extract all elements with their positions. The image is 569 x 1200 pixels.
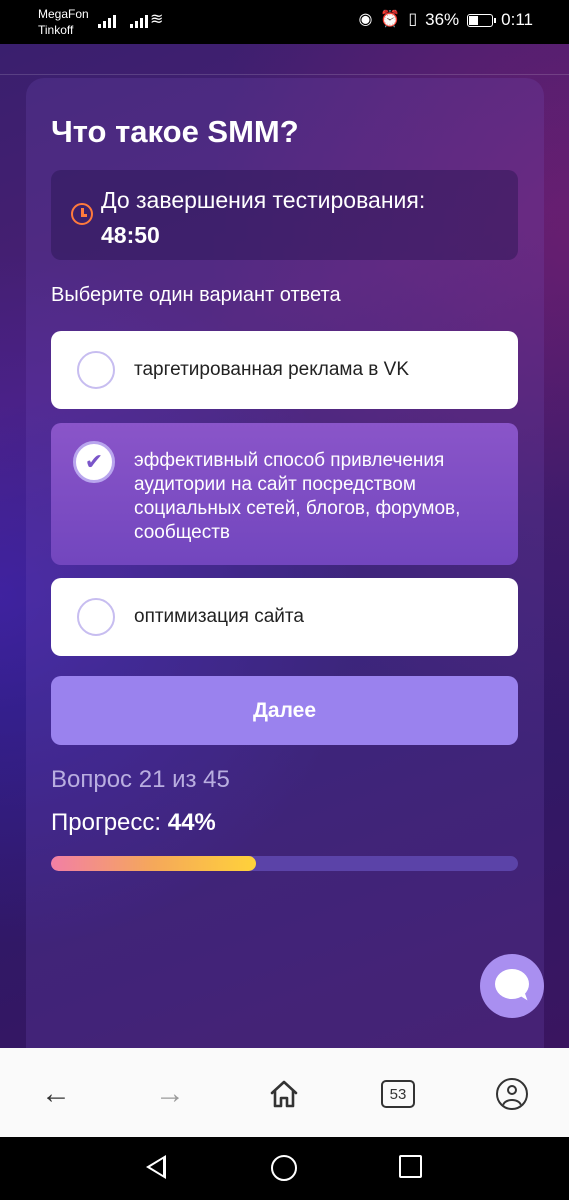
home-circle-icon <box>271 1155 297 1181</box>
progress-bar-fill <box>51 856 257 871</box>
answer-text: оптимизация сайта <box>134 606 304 627</box>
radio-button[interactable] <box>77 351 115 389</box>
header-divider <box>0 74 569 75</box>
radio-button-selected[interactable]: ✔ <box>73 441 115 483</box>
profile-button[interactable] <box>490 1072 534 1116</box>
tabs-icon: 53 <box>381 1080 415 1108</box>
back-arrow-icon[interactable]: ← <box>34 1072 78 1116</box>
profile-icon <box>496 1078 528 1110</box>
quiz-page: Что такое SMM? До завершения тестировани… <box>0 44 569 1048</box>
signal-icon <box>130 12 148 28</box>
battery-percent: 36% <box>425 10 460 29</box>
signal-icon <box>98 12 116 28</box>
progress-label-text: Прогресс: <box>51 809 162 836</box>
forward-arrow-icon[interactable]: → <box>148 1072 192 1116</box>
answer-option-1[interactable]: таргетированная реклама в VK <box>51 331 518 409</box>
back-triangle-icon <box>146 1155 166 1179</box>
battery-icon <box>467 13 497 27</box>
clock-time: 0:11 <box>501 10 533 29</box>
tabs-button[interactable]: 53 <box>376 1072 420 1116</box>
system-recents-button[interactable] <box>399 1155 422 1178</box>
system-home-button[interactable] <box>271 1155 297 1181</box>
carrier-2: Tinkoff <box>38 23 74 37</box>
next-button[interactable]: Далее <box>51 676 518 745</box>
question-title: Что такое SMM? <box>51 114 299 149</box>
progress-label: Прогресс: 44% <box>51 809 216 837</box>
alarm-icon: ⏰ <box>380 11 401 28</box>
home-button[interactable] <box>262 1072 306 1116</box>
radio-button[interactable] <box>77 598 115 636</box>
progress-bar <box>51 856 518 871</box>
instruction-text: Выберите один вариант ответа <box>51 284 341 306</box>
browser-toolbar: ← → 53 <box>0 1048 569 1137</box>
answer-text: эффективный способ привлечения аудитории… <box>134 450 461 543</box>
answer-text: таргетированная реклама в VK <box>134 359 410 380</box>
timer-box: До завершения тестирования: 48:50 <box>51 170 518 260</box>
chat-button[interactable] <box>480 954 544 1018</box>
system-nav-bar <box>0 1137 569 1200</box>
answer-option-3[interactable]: оптимизация сайта <box>51 578 518 656</box>
carrier-info: MegaFon Tinkoff <box>38 6 89 38</box>
clock-icon <box>71 203 93 225</box>
carrier-1: MegaFon <box>38 7 89 21</box>
answer-option-2[interactable]: ✔ эффективный способ привлечения аудитор… <box>51 423 518 565</box>
vibrate-icon: ▯ <box>408 11 418 28</box>
checkmark-icon: ✔ <box>84 449 104 474</box>
progress-value: 44% <box>167 809 216 836</box>
timer-value: 48:50 <box>101 222 160 248</box>
system-back-button[interactable] <box>146 1155 166 1179</box>
timer-label: До завершения тестирования: <box>101 187 426 213</box>
eye-icon: ◉ <box>358 11 373 28</box>
recents-square-icon <box>399 1155 422 1178</box>
home-icon <box>270 1080 298 1108</box>
status-bar: MegaFon Tinkoff ≋ ◉ ⏰ ▯ 36% 0:11 <box>0 0 569 44</box>
question-counter: Вопрос 21 из 45 <box>51 766 230 793</box>
wifi-icon: ≋ <box>150 11 164 28</box>
status-icons: ◉ ⏰ ▯ 36% 0:11 <box>358 10 533 30</box>
